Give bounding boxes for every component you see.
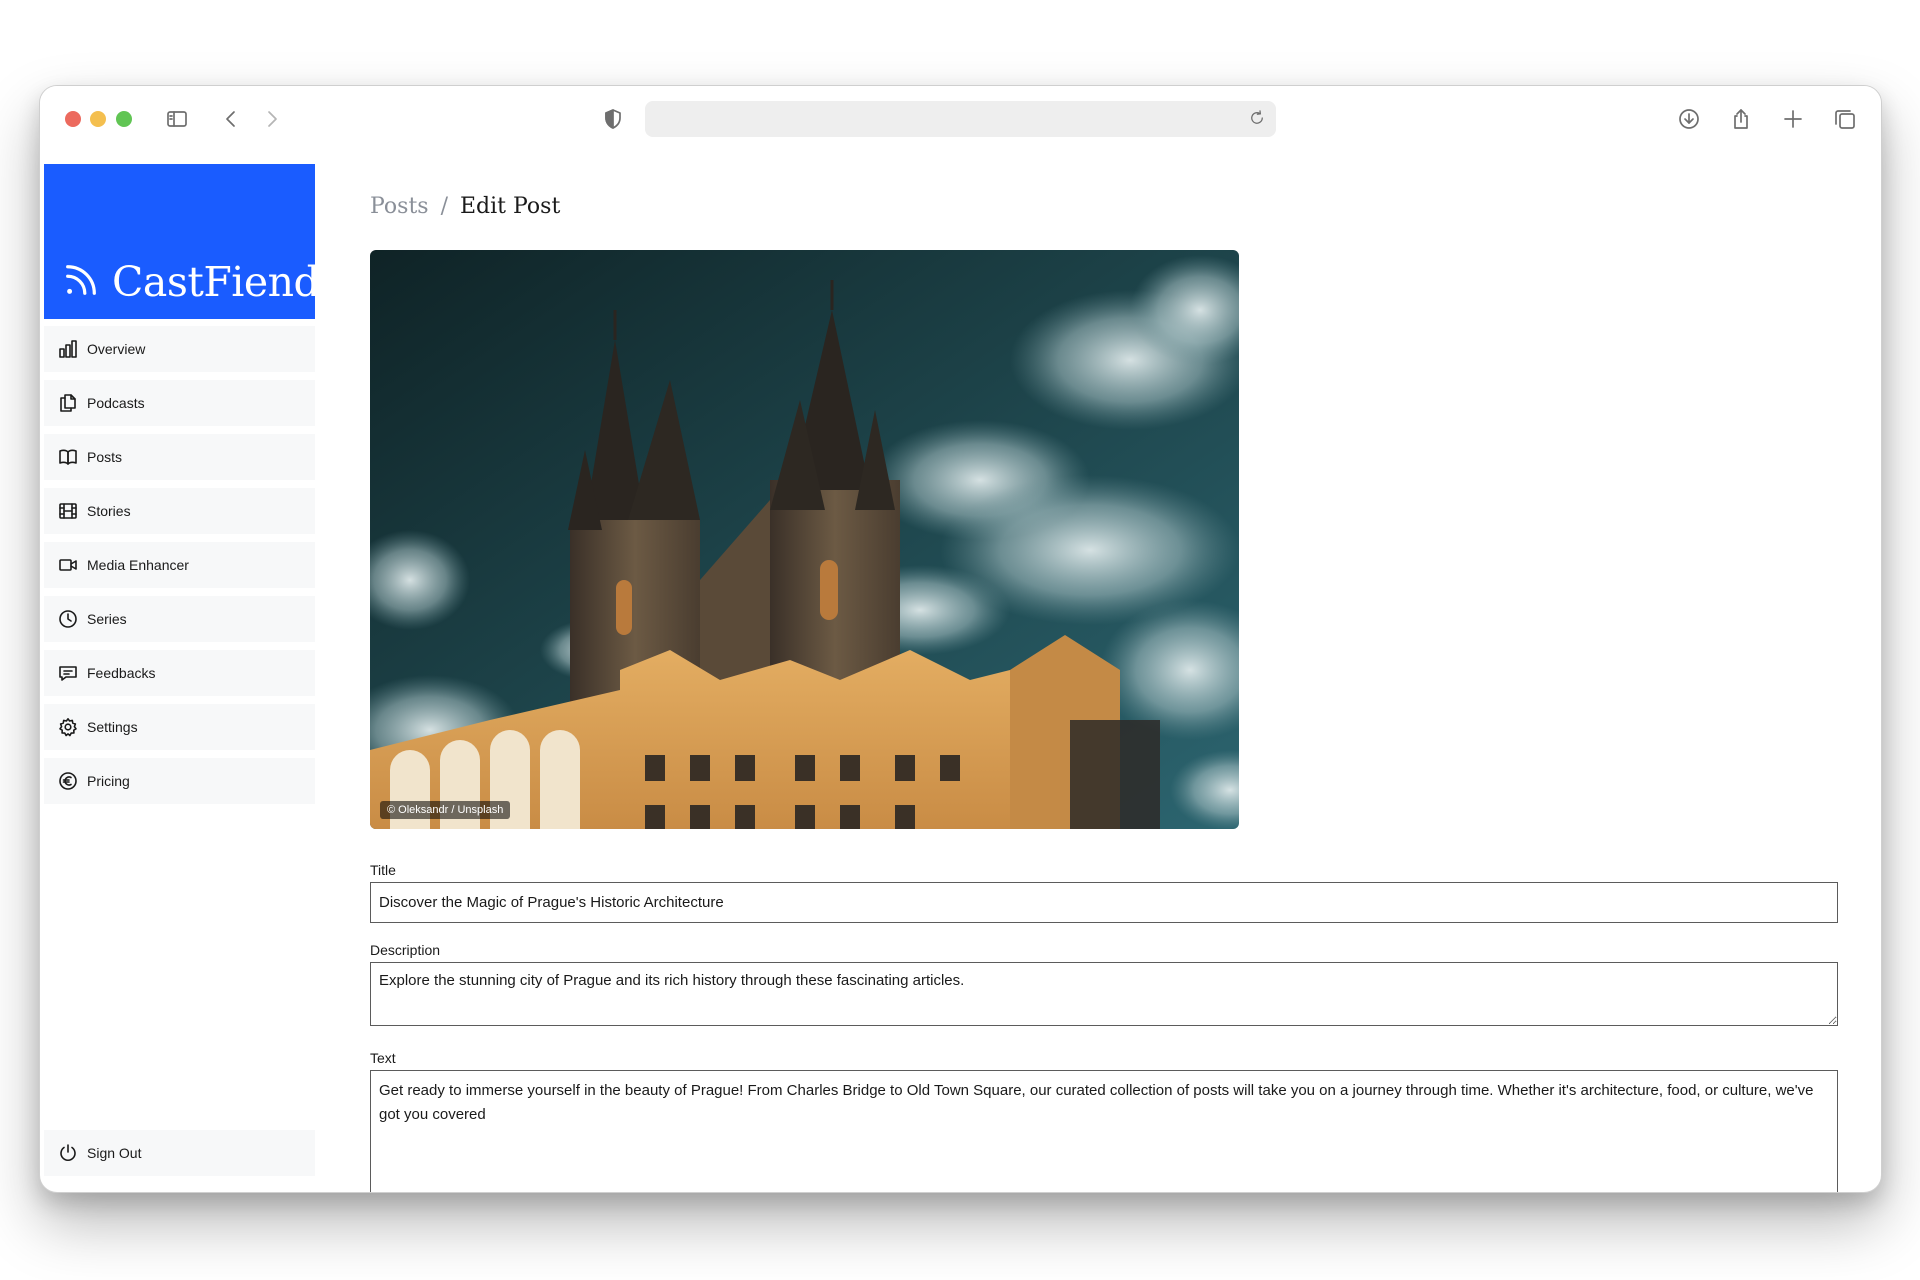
zoom-window-button[interactable]	[116, 111, 132, 127]
browser-toolbar	[40, 86, 1881, 156]
film-icon	[57, 500, 79, 522]
sign-out-button[interactable]: Sign Out	[44, 1130, 315, 1176]
forward-icon[interactable]	[259, 106, 285, 132]
sidebar-item-label: Podcasts	[87, 395, 145, 411]
book-icon	[57, 446, 79, 468]
sidebar-item-posts[interactable]: Posts	[44, 434, 315, 480]
share-icon[interactable]	[1728, 106, 1754, 132]
sidebar-item-stories[interactable]: Stories	[44, 488, 315, 534]
post-cover-image[interactable]: © Oleksandr / Unsplash	[370, 250, 1239, 829]
sidebar-item-podcasts[interactable]: Podcasts	[44, 380, 315, 426]
power-icon	[57, 1142, 79, 1164]
title-input[interactable]	[370, 882, 1838, 923]
clock-icon	[57, 608, 79, 630]
title-label: Title	[370, 862, 396, 878]
brand-logo[interactable]: CastFiend	[44, 164, 320, 319]
reload-icon[interactable]	[1248, 109, 1268, 129]
new-tab-icon[interactable]	[1780, 106, 1806, 132]
rss-icon	[62, 261, 100, 299]
close-window-button[interactable]	[65, 111, 81, 127]
documents-icon	[57, 392, 79, 414]
image-credit: © Oleksandr / Unsplash	[380, 801, 511, 819]
sidebar-item-label: Stories	[87, 503, 131, 519]
gear-icon	[57, 716, 79, 738]
description-textarea[interactable]: Explore the stunning city of Prague and …	[370, 962, 1838, 1026]
text-label: Text	[370, 1050, 396, 1066]
tabs-overview-icon[interactable]	[1832, 106, 1858, 132]
sidebar-item-label: Pricing	[87, 773, 130, 789]
breadcrumb-posts-link[interactable]: Posts	[370, 194, 429, 219]
sidebar-item-label: Overview	[87, 341, 146, 357]
sidebar-item-label: Media Enhancer	[87, 557, 189, 573]
euro-icon	[57, 770, 79, 792]
video-camera-icon	[57, 554, 79, 576]
minimize-window-button[interactable]	[90, 111, 106, 127]
brand-name: CastFiend	[112, 258, 320, 306]
breadcrumb-separator: /	[440, 194, 448, 219]
sidebar-item-series[interactable]: Series	[44, 596, 315, 642]
sidebar-item-label: Feedbacks	[87, 665, 156, 681]
sidebar-item-label: Settings	[87, 719, 138, 735]
sidebar-toggle-icon[interactable]	[164, 106, 190, 132]
sidebar-item-overview[interactable]: Overview	[44, 326, 315, 372]
back-icon[interactable]	[218, 106, 244, 132]
text-textarea[interactable]: Get ready to immerse yourself in the bea…	[370, 1070, 1838, 1192]
sign-out-label: Sign Out	[87, 1145, 142, 1161]
breadcrumb: Posts / Edit Post	[370, 194, 560, 219]
sidebar: CastFiend Overview Podcasts Posts Storie	[44, 164, 320, 1192]
shield-icon[interactable]	[600, 106, 626, 132]
description-label: Description	[370, 942, 441, 958]
message-icon	[57, 662, 79, 684]
sidebar-item-media-enhancer[interactable]: Media Enhancer	[44, 542, 315, 588]
page-title: Edit Post	[460, 194, 561, 219]
browser-window: CastFiend Overview Podcasts Posts Storie	[39, 85, 1882, 1193]
sidebar-item-pricing[interactable]: Pricing	[44, 758, 315, 804]
address-bar[interactable]	[645, 101, 1276, 137]
download-icon[interactable]	[1676, 106, 1702, 132]
bar-chart-icon	[57, 338, 79, 360]
sidebar-item-settings[interactable]: Settings	[44, 704, 315, 750]
sidebar-item-feedbacks[interactable]: Feedbacks	[44, 650, 315, 696]
sidebar-item-label: Posts	[87, 449, 123, 465]
sidebar-item-label: Series	[87, 611, 127, 627]
